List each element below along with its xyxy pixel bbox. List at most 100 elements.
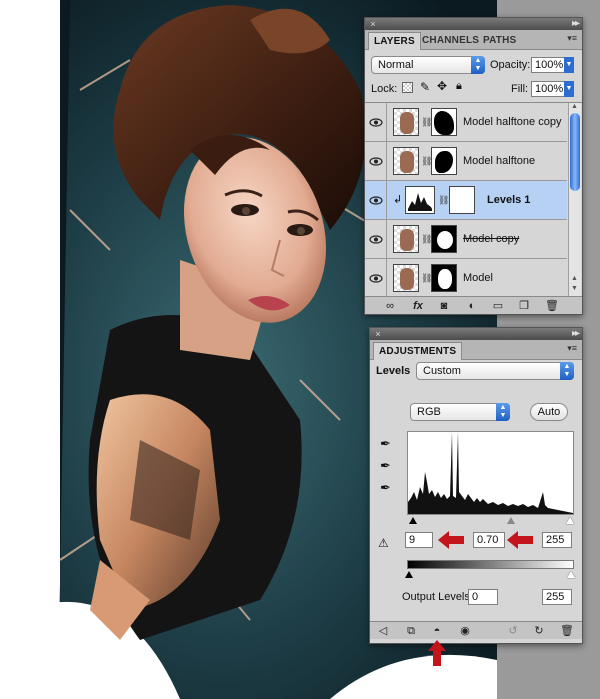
input-white-value: 255 (546, 534, 565, 546)
adjustments-panel-titlebar[interactable]: × ▸▸ (370, 328, 582, 340)
input-gamma-field[interactable]: 0.70 (473, 532, 505, 548)
refresh-icon[interactable]: ↻ (532, 624, 546, 638)
layer-thumbnail (393, 108, 419, 136)
layer-name-text: Model halftone (463, 155, 536, 167)
back-icon[interactable]: ◁ (376, 624, 390, 638)
layers-panel-titlebar[interactable]: × ▸▸ (365, 18, 582, 30)
input-black-field[interactable]: 9 (405, 532, 433, 548)
fill-field[interactable]: 100% (531, 81, 565, 97)
scroll-thumb[interactable] (570, 113, 580, 191)
close-icon[interactable]: × (374, 330, 382, 339)
layer-row-model-copy[interactable]: ⛓ Model copy (365, 220, 567, 259)
close-icon[interactable]: × (369, 20, 377, 29)
red-arrow-left-icon (507, 531, 533, 549)
clip-icon[interactable]: ⧉ (404, 624, 418, 638)
auto-button[interactable]: Auto (530, 403, 568, 421)
blend-mode-select[interactable]: Normal ▲ ▼ (371, 56, 485, 74)
tab-paths[interactable]: PATHS (478, 32, 521, 50)
histogram-graph (408, 432, 573, 514)
input-white-field[interactable]: 255 (542, 532, 572, 548)
histogram-icon (408, 193, 432, 211)
layer-row-model[interactable]: ⛓ Model (365, 259, 567, 297)
folder-icon[interactable]: ▭ (491, 299, 505, 313)
panel-menu-icon[interactable]: ▾≡ (567, 343, 577, 354)
collapse-icon[interactable]: ▸▸ (572, 18, 580, 30)
trash-icon[interactable]: 🗑︎ (560, 624, 574, 638)
output-levels-slider[interactable] (405, 569, 575, 579)
lock-all-icon[interactable]: 🔒︎ (456, 80, 462, 93)
eye-icon (369, 118, 383, 127)
tab-layers[interactable]: LAYERS (368, 32, 421, 50)
channel-value: RGB (417, 406, 441, 418)
output-black-value: 0 (472, 591, 479, 603)
output-white-value: 255 (546, 591, 565, 603)
adjustments-panel: × ▸▸ ADJUSTMENTS ▾≡ Levels Custom ▲ ▼ RGB… (369, 327, 583, 644)
layer-row-model-halftone-copy[interactable]: ⛓ Model halftone copy (365, 103, 567, 142)
new-layer-icon[interactable]: ❐ (517, 299, 531, 313)
eye-icon[interactable]: ◉ (458, 624, 472, 638)
layer-name-text: Model copy (463, 233, 520, 245)
layer-thumbnail (393, 147, 419, 175)
scroll-up-icon[interactable]: ▲ (571, 103, 578, 110)
preset-value: Custom (423, 365, 461, 377)
opacity-value: 100% (535, 59, 564, 71)
lock-move-icon[interactable]: ✥ (437, 79, 447, 93)
chevron-updown-icon: ▲ ▼ (496, 403, 510, 421)
red-arrow-left-icon (438, 531, 464, 549)
layer-visibility-toggle[interactable] (365, 259, 387, 297)
tab-adjustments[interactable]: ADJUSTMENTS (373, 342, 463, 360)
red-arrow-up-icon (428, 640, 446, 666)
black-point-eyedropper-icon[interactable]: ✒︎ (380, 436, 391, 452)
layers-tabbar: LAYERS CHANNELS PATHS ▾≡ (365, 30, 582, 50)
scroll-down-icon[interactable]: ▼ (571, 285, 578, 292)
layers-scrollbar[interactable]: ▲ ▲ ▼ (568, 103, 581, 297)
gamma-handle[interactable] (507, 517, 515, 524)
layer-visibility-toggle[interactable] (365, 142, 387, 180)
output-black-field[interactable]: 0 (468, 589, 498, 605)
layer-visibility-toggle[interactable] (365, 181, 387, 219)
output-white-handle[interactable] (567, 571, 575, 578)
lock-transparent-icon[interactable] (402, 82, 413, 93)
collapse-icon[interactable]: ▸▸ (572, 328, 580, 340)
output-white-field[interactable]: 255 (542, 589, 572, 605)
fill-dropdown-icon[interactable]: ▼ (564, 81, 574, 97)
link-icon[interactable]: ⛓ (438, 195, 449, 206)
lock-brush-icon[interactable]: ✎ (420, 80, 430, 94)
mask-icon[interactable]: ◙ (437, 299, 451, 313)
link-icon[interactable]: ∞ (383, 299, 397, 313)
reset-icon[interactable]: ↺ (506, 624, 520, 638)
lock-label: Lock: (371, 83, 398, 95)
fx-icon[interactable]: fx (411, 299, 425, 313)
output-black-handle[interactable] (405, 571, 413, 578)
output-levels-label: Output Levels: (402, 591, 473, 603)
input-black-value: 9 (409, 534, 416, 546)
white-point-eyedropper-icon[interactable]: ✒︎ (380, 480, 391, 496)
white-point-handle[interactable] (566, 517, 574, 524)
black-point-handle[interactable] (409, 517, 417, 524)
layer-visibility-toggle[interactable] (365, 220, 387, 258)
scroll-down-icon[interactable]: ▲ (571, 275, 578, 282)
adjustment-icon[interactable]: ◐ (465, 299, 479, 313)
adjustment-title: Levels (376, 365, 411, 377)
input-levels-slider[interactable] (407, 515, 574, 525)
opacity-dropdown-icon[interactable]: ▼ (564, 57, 574, 73)
trash-icon[interactable]: 🗑︎ (545, 299, 559, 313)
gray-point-eyedropper-icon[interactable]: ✒︎ (380, 458, 391, 474)
panel-menu-icon[interactable]: ▾≡ (567, 33, 577, 44)
visibility-toggle-icon[interactable]: ◓ (430, 624, 444, 638)
preset-select[interactable]: Custom ▲ ▼ (416, 362, 574, 380)
tab-channels[interactable]: CHANNELS (417, 32, 484, 50)
channel-select[interactable]: RGB ▲ ▼ (410, 403, 510, 421)
layer-visibility-toggle[interactable] (365, 103, 387, 141)
layer-row-model-halftone[interactable]: ⛓ Model halftone (365, 142, 567, 181)
eye-icon (369, 235, 383, 244)
layer-row-levels-1[interactable]: ↲ ⛓ Levels 1 (365, 181, 567, 220)
layer-name: Model (463, 271, 493, 285)
layer-thumbnail (393, 225, 419, 253)
levels-histogram (407, 431, 574, 515)
clipping-warning-icon[interactable]: ⚠︎ (378, 536, 389, 550)
blend-mode-value: Normal (378, 59, 414, 71)
layer-name-text: Levels 1 (487, 194, 531, 206)
output-gradient-bar (407, 560, 574, 569)
opacity-field[interactable]: 100% (531, 57, 565, 73)
